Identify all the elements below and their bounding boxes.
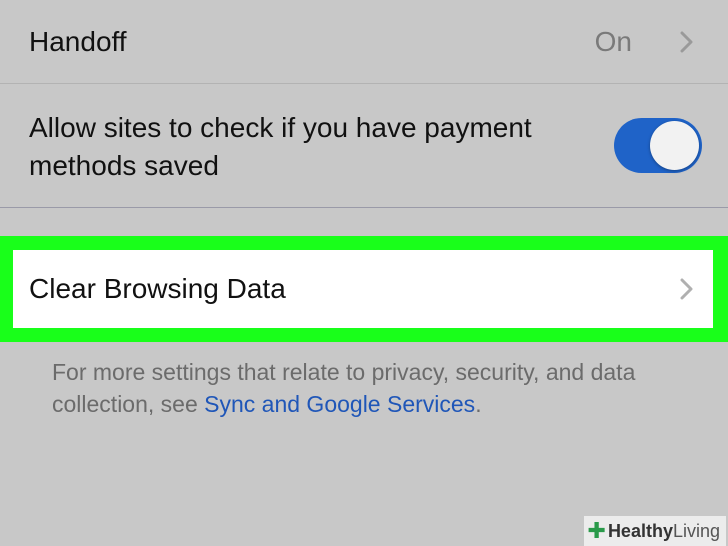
clear-browsing-data-label: Clear Browsing Data	[29, 273, 286, 304]
chevron-right-icon	[679, 31, 695, 53]
watermark-brand-bold: Healthy	[607, 520, 673, 541]
toggle-knob	[650, 121, 699, 170]
footer-period: .	[475, 391, 482, 417]
payment-methods-label: Allow sites to check if you have payment…	[29, 112, 532, 181]
privacy-footer-note: For more settings that relate to privacy…	[52, 356, 692, 420]
sync-google-services-link[interactable]: Sync and Google Services	[204, 391, 475, 417]
payment-methods-toggle[interactable]	[614, 118, 702, 173]
watermark-logo: ✚ Healthy Living	[583, 516, 726, 546]
handoff-label: Handoff	[29, 26, 127, 57]
chevron-right-icon	[679, 278, 695, 300]
watermark-brand-light: Living	[672, 520, 720, 541]
clear-browsing-data-row[interactable]: Clear Browsing Data	[13, 250, 713, 328]
handoff-value: On	[594, 26, 632, 57]
plus-icon: ✚	[587, 518, 606, 543]
handoff-row[interactable]: Handoff On	[0, 0, 728, 84]
